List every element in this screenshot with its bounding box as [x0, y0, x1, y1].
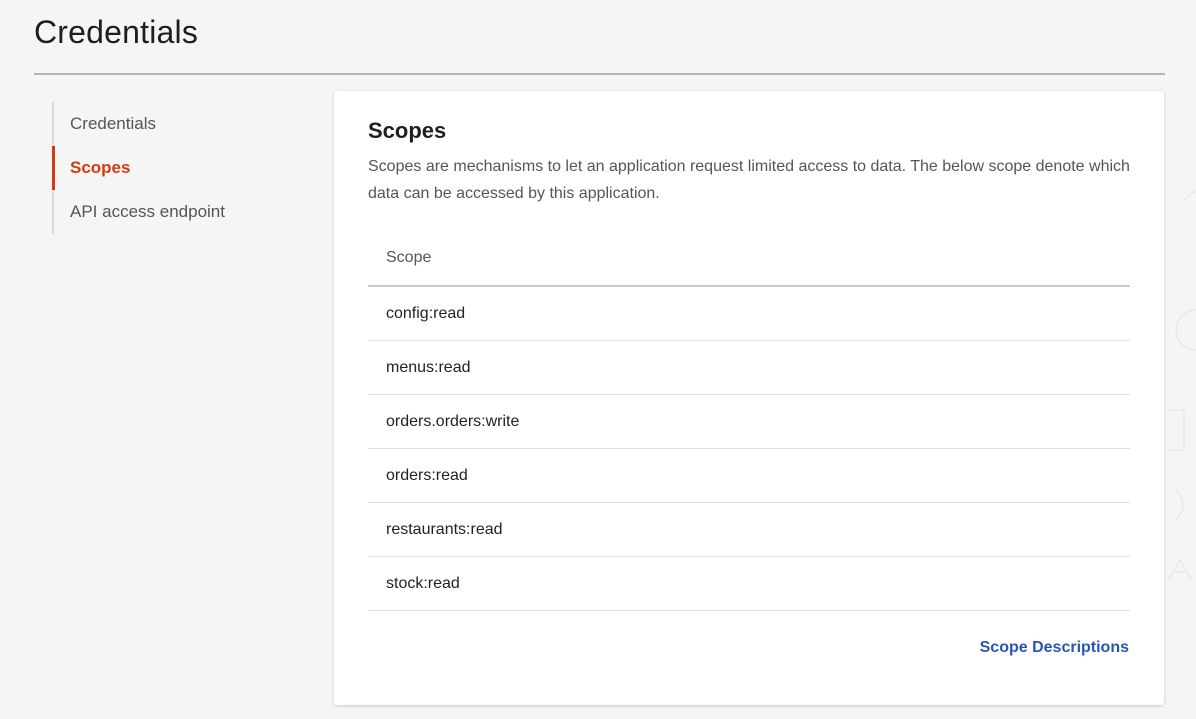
table-header-row: Scope — [368, 231, 1130, 287]
scopes-title: Scopes — [368, 118, 447, 143]
sidebar-nav: Credentials Scopes API access endpoint — [52, 102, 292, 234]
scope-cell: stock:read — [368, 556, 1130, 611]
scope-cell: orders:read — [368, 448, 1130, 503]
scope-cell: config:read — [368, 286, 1130, 341]
table-row: orders:read — [368, 448, 1130, 503]
scopes-card: Scopes Scopes are mechanisms to let an a… — [334, 91, 1164, 705]
page: Credentials Credentials Scopes API acces… — [0, 0, 1196, 719]
scope-cell: restaurants:read — [368, 502, 1130, 557]
page-title: Credentials — [34, 14, 199, 50]
scope-cell: orders.orders:write — [368, 394, 1130, 449]
sidebar-item-scopes[interactable]: Scopes — [52, 146, 292, 190]
scope-cell: menus:read — [368, 340, 1130, 395]
scopes-table: Scope config:read menus:read orders.orde… — [368, 231, 1130, 611]
title-divider — [34, 73, 1165, 75]
scopes-description: Scopes are mechanisms to let an applicat… — [368, 158, 1130, 202]
table-row: orders.orders:write — [368, 394, 1130, 449]
table-row: config:read — [368, 286, 1130, 341]
table-row: restaurants:read — [368, 502, 1130, 557]
column-header-scope: Scope — [368, 231, 1130, 287]
sidebar-item-credentials[interactable]: Credentials — [52, 102, 292, 146]
table-row: stock:read — [368, 556, 1130, 611]
scope-descriptions-link[interactable]: Scope Descriptions — [980, 639, 1129, 657]
table-row: menus:read — [368, 340, 1130, 395]
background-decoration-icon — [1167, 189, 1196, 581]
sidebar-item-api-access-endpoint[interactable]: API access endpoint — [52, 190, 292, 234]
